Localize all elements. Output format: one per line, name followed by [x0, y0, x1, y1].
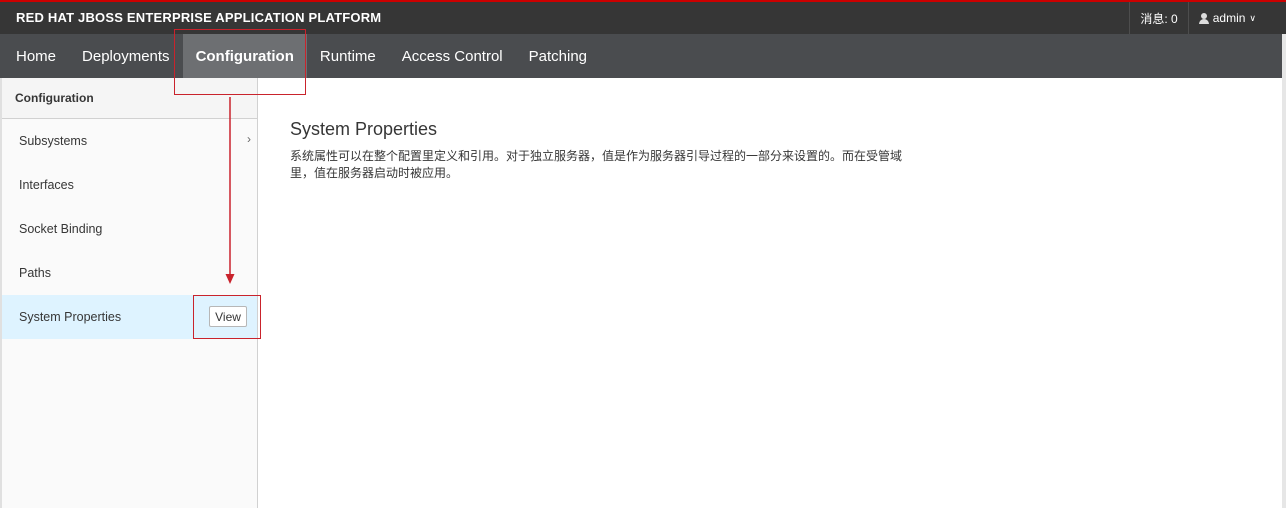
arrow-head — [225, 274, 235, 284]
annotation-arrow — [225, 97, 235, 284]
